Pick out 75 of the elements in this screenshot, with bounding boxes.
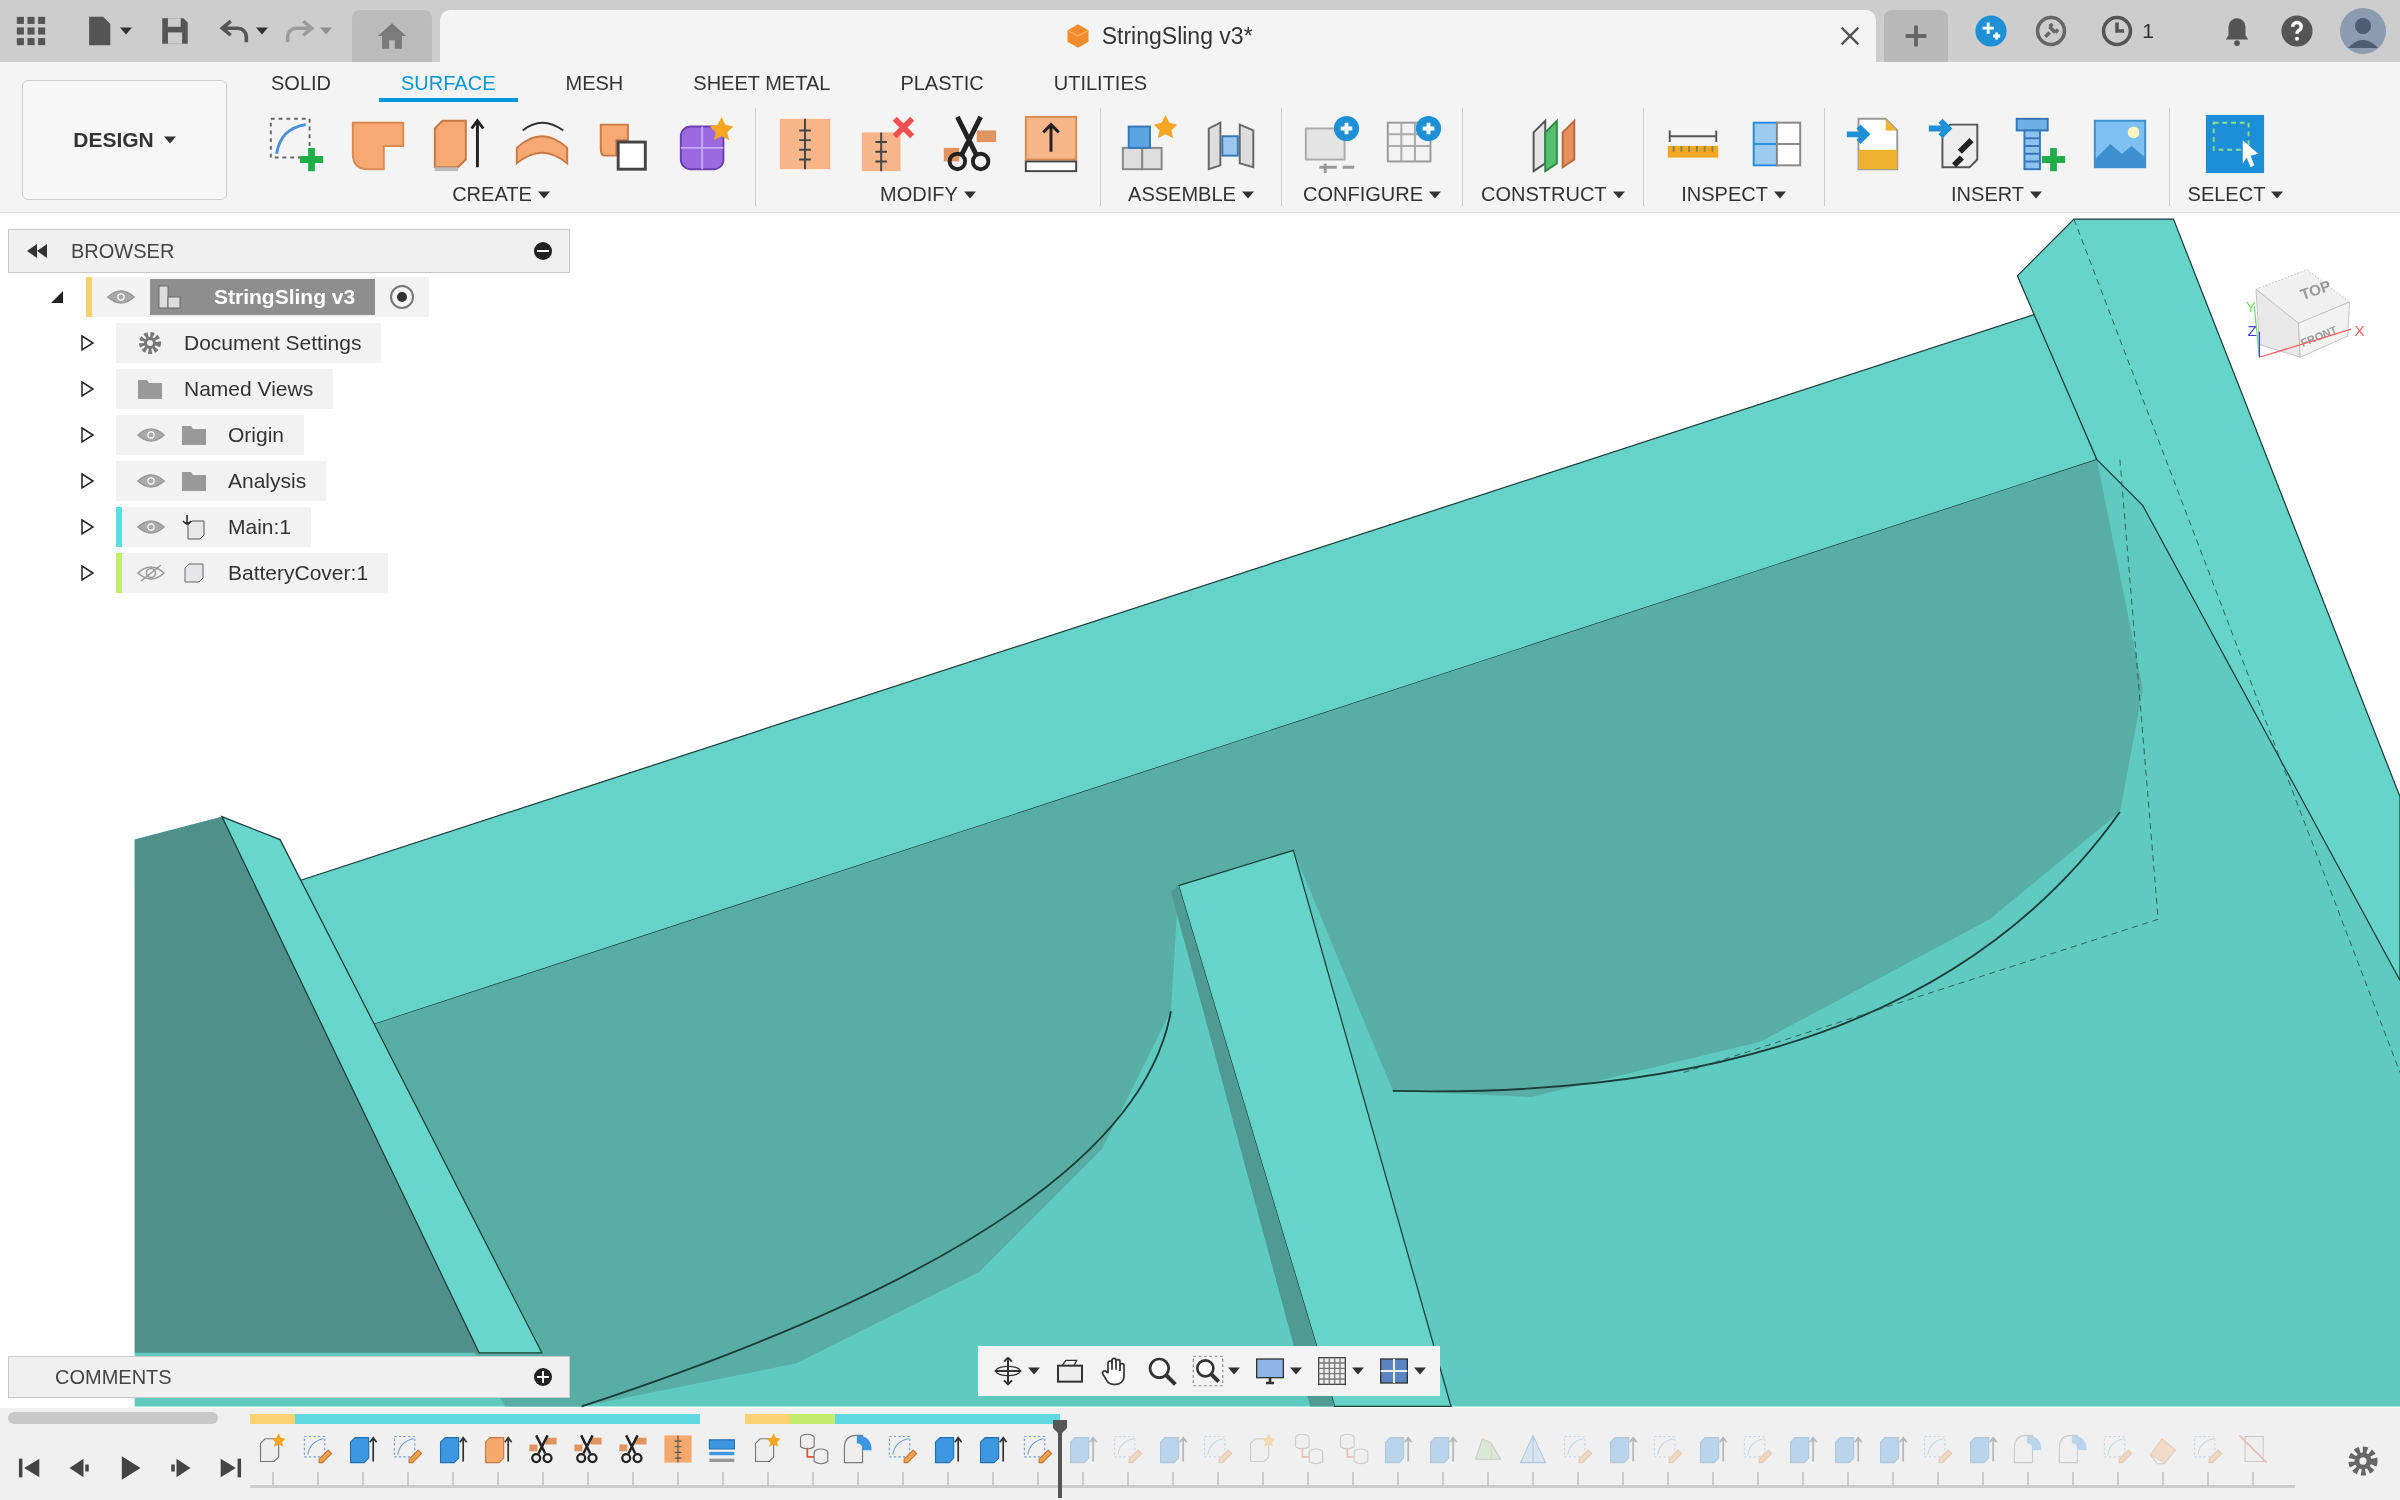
axis-label: Z xyxy=(2247,322,2257,339)
ribbon-tab[interactable]: SHEET METAL xyxy=(671,62,853,102)
add-icon[interactable] xyxy=(533,1367,553,1387)
avatar-icon[interactable] xyxy=(2340,8,2386,54)
caret-icon xyxy=(1352,1367,1364,1375)
eye-icon[interactable] xyxy=(136,425,166,444)
sparkle-badge-icon[interactable] xyxy=(1974,14,2009,48)
z-axis-line xyxy=(2258,331,2261,358)
caret-icon xyxy=(120,27,132,35)
tool-group-menu[interactable]: CONFIGURE xyxy=(1303,183,1441,206)
caret-icon xyxy=(320,27,332,35)
home-tab[interactable] xyxy=(352,10,432,62)
caret-icon xyxy=(963,190,976,199)
panel-title: BROWSER xyxy=(71,239,176,263)
tool-group-menu[interactable]: SELECT xyxy=(2187,183,2284,206)
caret-icon xyxy=(1414,1367,1426,1375)
tool-group-menu[interactable]: CONSTRUCT xyxy=(1481,183,1625,206)
expand-triangle-icon[interactable] xyxy=(78,471,96,490)
caret-icon xyxy=(1290,1367,1302,1375)
timeline-marker[interactable] xyxy=(1052,1420,1068,1498)
eye-icon[interactable] xyxy=(136,517,166,536)
document-title: StringSling v3* xyxy=(1101,22,1253,50)
new-tab-button[interactable] xyxy=(1884,10,1949,62)
expand-triangle-icon[interactable] xyxy=(78,517,96,536)
clock-icon xyxy=(2100,14,2135,48)
axis-label: Y xyxy=(2245,298,2256,316)
component-blocks-icon xyxy=(156,282,184,311)
tool-group-menu[interactable]: CREATE xyxy=(452,183,550,206)
monitor-icon[interactable] xyxy=(1254,1355,1286,1387)
panel-title: COMMENTS xyxy=(55,1365,173,1389)
expand-triangle-icon[interactable] xyxy=(78,563,96,582)
caret-icon xyxy=(1773,190,1786,199)
caret-icon xyxy=(1241,190,1254,199)
caret-icon xyxy=(2030,190,2043,199)
minimize-icon[interactable] xyxy=(533,241,553,261)
document-tab[interactable]: StringSling v3* xyxy=(440,10,1877,62)
eye-slash-icon[interactable] xyxy=(136,563,166,582)
caret-icon xyxy=(1612,190,1625,199)
expand-triangle-icon[interactable] xyxy=(78,379,96,398)
tool-group-menu[interactable]: INSPECT xyxy=(1681,183,1786,206)
expand-triangle-icon[interactable] xyxy=(78,333,96,352)
caret-icon xyxy=(256,27,268,35)
anchored-cube-icon xyxy=(180,512,208,541)
viewports-icon[interactable] xyxy=(1378,1355,1410,1387)
zoom-window-icon[interactable] xyxy=(1192,1355,1224,1387)
select-tool-icon[interactable] xyxy=(2204,112,2267,175)
ribbon-tab[interactable]: MESH xyxy=(543,62,646,102)
tool-group-menu[interactable]: INSERT xyxy=(1951,183,2043,206)
job-status-button[interactable]: 1 xyxy=(2094,13,2160,49)
ribbon-tab[interactable]: PLASTIC xyxy=(878,62,1006,102)
caret-icon xyxy=(2271,190,2284,199)
grid-icon[interactable] xyxy=(1316,1355,1348,1387)
orbit-icon[interactable] xyxy=(992,1355,1024,1387)
caret-icon xyxy=(1228,1367,1240,1375)
eye-icon[interactable] xyxy=(106,287,136,306)
tool-group-menu[interactable]: MODIFY xyxy=(880,183,976,206)
apps-grid-icon[interactable] xyxy=(14,14,48,48)
ribbon-tab[interactable]: UTILITIES xyxy=(1031,62,1170,102)
axis-label: X xyxy=(2354,322,2365,339)
caret-icon xyxy=(163,136,176,144)
plug-icon[interactable] xyxy=(2034,14,2069,48)
eye-icon[interactable] xyxy=(136,471,166,490)
help-icon[interactable] xyxy=(2280,14,2314,48)
workspace-dropdown[interactable]: DESIGN xyxy=(22,80,227,200)
expand-triangle-icon[interactable] xyxy=(78,425,96,444)
settings-gear-icon[interactable] xyxy=(2346,1444,2380,1478)
scroll-bar[interactable] xyxy=(8,1412,218,1424)
zoom-icon[interactable] xyxy=(1146,1355,1178,1387)
ribbon-tab[interactable]: SOLID xyxy=(249,62,354,102)
collapse-arrows-icon[interactable] xyxy=(25,244,49,258)
tool-group-menu[interactable]: ASSEMBLE xyxy=(1128,183,1254,206)
caret-icon xyxy=(537,190,550,199)
caret-icon xyxy=(1028,1367,1040,1375)
activate-radio-icon[interactable] xyxy=(389,283,416,310)
caret-icon xyxy=(1429,190,1441,199)
